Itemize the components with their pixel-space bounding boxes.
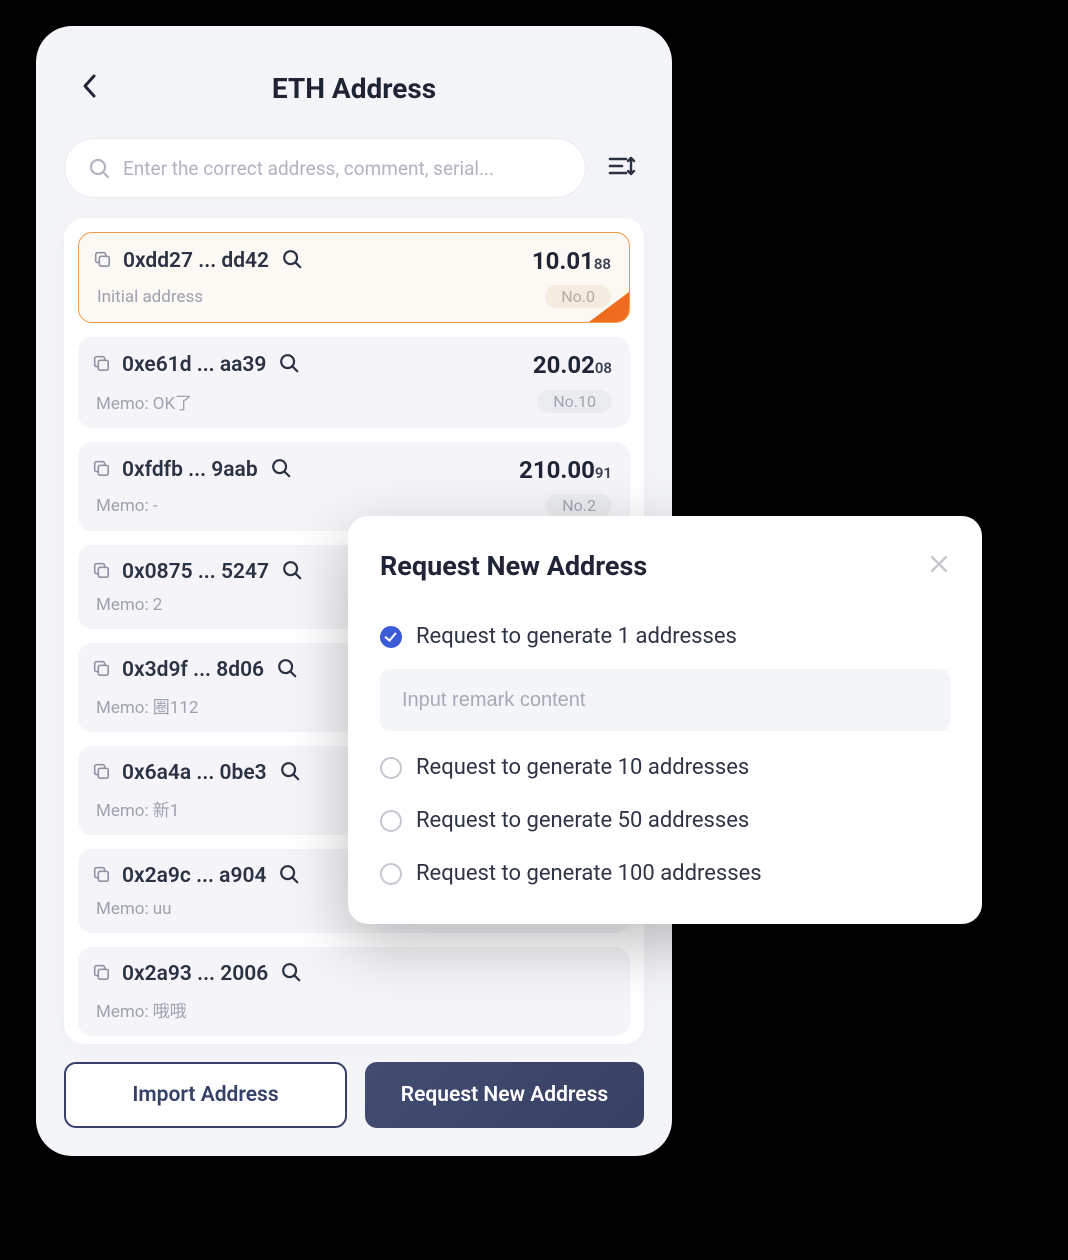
memo-text: Memo: 圈112 [96,693,198,718]
lookup-icon[interactable] [280,961,302,987]
generate-option-label: Request to generate 10 addresses [416,755,749,780]
memo-text: Memo: - [96,496,158,516]
address-text: 0x2a93 ... 2006 [122,962,268,986]
address-text: 0xe61d ... aa39 [122,353,266,377]
address-card-row1: 0x2a93 ... 2006 [92,961,612,987]
close-icon [928,553,950,575]
balance: 20.0208 [533,351,612,379]
serial-badge: No.2 [546,494,612,517]
address-card[interactable]: 0xe61d ... aa39 20.0208 Memo: OK了 No.10 [78,337,630,428]
sort-button[interactable] [600,144,644,192]
lookup-icon[interactable] [281,248,303,274]
sort-icon [606,150,638,182]
copy-icon[interactable] [92,762,110,784]
memo-text: Memo: uu [96,899,172,919]
memo-text: Memo: OK了 [96,389,192,414]
balance-main: 210.00 [519,456,595,484]
search-placeholder: Enter the correct address, comment, seri… [123,157,494,180]
footer-buttons: Import Address Request New Address [64,1062,644,1128]
search-input[interactable]: Enter the correct address, comment, seri… [64,138,586,198]
address-text: 0x3d9f ... 8d06 [122,658,264,682]
serial-badge: No.0 [545,285,611,308]
radio-unchecked-icon [380,863,402,885]
modal-title: Request New Address [380,550,647,582]
address-text: 0xdd27 ... dd42 [123,249,269,273]
back-button[interactable] [80,72,100,104]
radio-unchecked-icon [380,810,402,832]
radio-unchecked-icon [380,757,402,779]
generate-option[interactable]: Request to generate 100 addresses [380,847,950,900]
modal-header: Request New Address [380,550,950,582]
serial-badge: No.10 [537,390,612,413]
balance: 10.0188 [532,247,611,275]
modal-close-button[interactable] [928,553,950,579]
request-new-address-label: Request New Address [401,1083,608,1107]
balance-sub: 91 [595,464,612,482]
request-new-address-button[interactable]: Request New Address [365,1062,644,1128]
address-text: 0xfdfb ... 9aab [122,458,258,482]
lookup-icon[interactable] [281,559,303,585]
copy-icon[interactable] [92,354,110,376]
address-card-row1: 0xdd27 ... dd42 10.0188 [93,247,611,275]
copy-icon[interactable] [92,561,110,583]
address-text: 0x6a4a ... 0be3 [122,761,267,785]
generate-option-label: Request to generate 100 addresses [416,861,762,886]
copy-icon[interactable] [92,659,110,681]
memo-text: Memo: 哦哦 [96,997,187,1022]
import-address-button[interactable]: Import Address [64,1062,347,1128]
address-card-row2: Memo: OK了 No.10 [92,389,612,414]
memo-text: Memo: 2 [96,595,162,615]
balance-main: 20.02 [533,351,595,379]
address-card-row1: 0xe61d ... aa39 20.0208 [92,351,612,379]
generate-option[interactable]: Request to generate 10 addresses [380,741,950,794]
copy-icon[interactable] [93,250,111,272]
search-row: Enter the correct address, comment, seri… [64,138,644,198]
request-address-modal: Request New Address Request to generate … [348,516,982,924]
copy-icon[interactable] [92,459,110,481]
lookup-icon[interactable] [278,863,300,889]
address-card-row2: Memo: 哦哦 [92,997,612,1022]
balance-sub: 88 [594,255,611,273]
address-text: 0x2a9c ... a904 [122,864,266,888]
address-card-row2: Initial address No.0 [93,285,611,308]
generate-option[interactable]: Request to generate 50 addresses [380,794,950,847]
address-card[interactable]: 0xdd27 ... dd42 10.0188 Initial address No.… [78,232,630,323]
chevron-left-icon [80,72,100,100]
generate-option[interactable]: Request to generate 1 addresses [380,610,950,663]
memo-text: Initial address [97,287,203,307]
copy-icon[interactable] [92,963,110,985]
balance-sub: 08 [595,359,612,377]
balance: 210.0091 [519,456,612,484]
page-title: ETH Address [272,72,436,105]
memo-text: Memo: 新1 [96,796,179,821]
lookup-icon[interactable] [279,760,301,786]
import-address-label: Import Address [132,1083,278,1107]
lookup-icon[interactable] [276,657,298,683]
header: ETH Address [64,58,644,118]
lookup-icon[interactable] [270,457,292,483]
modal-options: Request to generate 1 addresses Request t… [380,610,950,900]
balance-main: 10.01 [532,247,594,275]
generate-option-label: Request to generate 1 addresses [416,624,737,649]
address-card-row2: Memo: - No.2 [92,494,612,517]
search-icon [87,156,111,180]
generate-option-label: Request to generate 50 addresses [416,808,749,833]
lookup-icon[interactable] [278,352,300,378]
address-card[interactable]: 0x2a93 ... 2006 Memo: 哦哦 [78,947,630,1036]
copy-icon[interactable] [92,865,110,887]
remark-input[interactable] [380,669,950,731]
radio-checked-icon [380,626,402,648]
address-card-row1: 0xfdfb ... 9aab 210.0091 [92,456,612,484]
address-text: 0x0875 ... 5247 [122,560,269,584]
